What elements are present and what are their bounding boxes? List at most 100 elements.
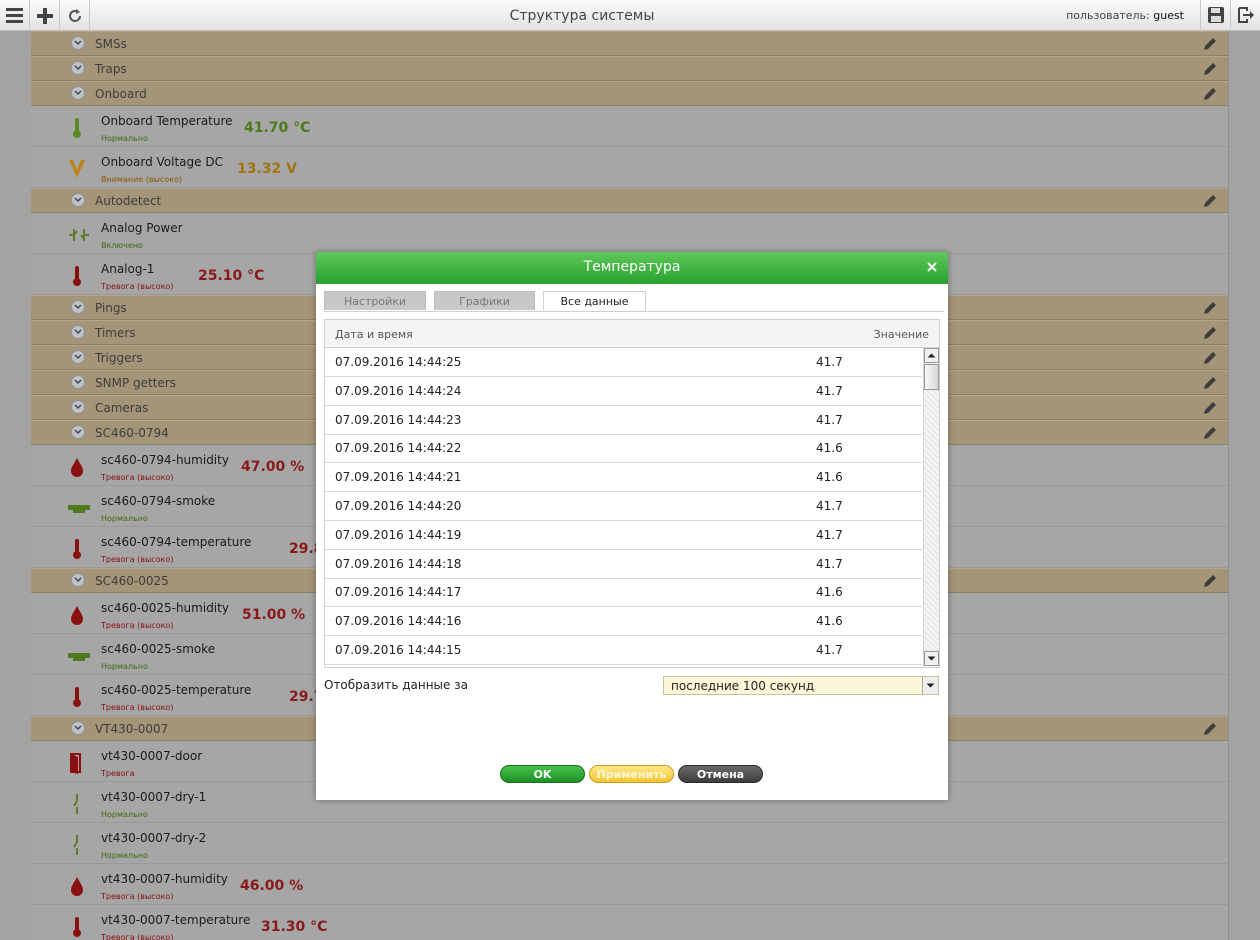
period-select[interactable]: последние 100 секунд (663, 676, 939, 695)
expand-toggle[interactable] (71, 36, 85, 50)
table-row[interactable]: 07.09.2016 14:44:21 41.6 (325, 463, 922, 493)
group-name: SC460-0794 (95, 426, 169, 440)
table-scrollbar[interactable] (923, 348, 939, 666)
edit-pencil-icon[interactable] (1202, 350, 1218, 366)
group-name: Timers (95, 326, 136, 340)
hamburger-icon (6, 8, 23, 23)
scroll-thumb[interactable] (924, 364, 939, 390)
table-row[interactable]: 07.09.2016 14:44:23 41.7 (325, 406, 922, 435)
row-value: 41.7 (816, 643, 843, 657)
menu-button[interactable] (0, 0, 30, 31)
expand-toggle[interactable] (71, 325, 85, 339)
sensor-row[interactable]: vt430-0007-humidity Тревога (высоко) 46.00… (31, 864, 1228, 905)
scroll-down-button[interactable] (924, 651, 939, 666)
sensor-row[interactable]: Onboard Temperature Нормально 41.70 °C (31, 106, 1228, 147)
smoke-detector-icon (67, 645, 90, 667)
sensor-name: vt430-0007-temperature (101, 913, 251, 927)
sensor-value: 51.00 % (242, 607, 306, 623)
humidity-drop-icon (67, 875, 87, 897)
sensor-name: sc460-0794-humidity (101, 453, 229, 467)
row-datetime: 07.09.2016 14:44:22 (335, 441, 462, 456)
expand-toggle[interactable] (71, 300, 85, 314)
sensor-row[interactable]: Onboard Voltage DC Внимание (высоко) 13.32… (31, 147, 1228, 188)
scroll-up-button[interactable] (924, 348, 939, 363)
edit-pencil-icon[interactable] (1202, 193, 1218, 209)
tree-group[interactable]: SMSs (31, 31, 1228, 56)
tab-all-data[interactable]: Все данные (543, 291, 646, 311)
refresh-button[interactable] (60, 0, 90, 31)
edit-pencil-icon[interactable] (1202, 573, 1218, 589)
chevron-down-icon (74, 65, 82, 71)
thermometer-icon (67, 538, 87, 560)
column-value[interactable]: Значение (874, 328, 929, 341)
page-title: Структура системы (509, 8, 655, 24)
row-datetime: 07.09.2016 14:44:20 (335, 499, 462, 513)
edit-pencil-icon[interactable] (1202, 375, 1218, 391)
edit-pencil-icon[interactable] (1202, 721, 1218, 737)
logout-button[interactable] (1230, 0, 1260, 31)
cancel-button[interactable]: Отмена (678, 765, 763, 783)
data-table: Дата и время Значение 07.09.2016 14:44:2… (324, 319, 940, 668)
expand-toggle[interactable] (71, 350, 85, 364)
table-row[interactable]: 07.09.2016 14:44:24 41.7 (325, 377, 922, 406)
expand-toggle[interactable] (71, 425, 85, 439)
table-row[interactable]: 07.09.2016 14:44:25 41.7 (325, 348, 922, 377)
tab-charts[interactable]: Графики (434, 291, 535, 310)
expand-toggle[interactable] (71, 86, 85, 100)
chevron-down-icon (74, 379, 82, 385)
expand-toggle[interactable] (71, 61, 85, 75)
sensor-status: Тревога (высоко) (101, 892, 174, 901)
chevron-down-icon (74, 725, 82, 731)
edit-pencil-icon[interactable] (1202, 86, 1218, 102)
close-icon[interactable] (924, 259, 940, 275)
ok-button[interactable]: OK (500, 765, 585, 783)
chevron-down-icon (74, 40, 82, 46)
sensor-status: Тревога (высоко) (101, 473, 174, 482)
tree-group[interactable]: Onboard (31, 81, 1228, 106)
row-datetime: 07.09.2016 14:44:24 (335, 383, 462, 398)
sensor-value: 13.32 V (237, 161, 297, 177)
edit-pencil-icon[interactable] (1202, 36, 1218, 52)
sensor-value: 46.00 % (240, 878, 304, 894)
sensor-row[interactable]: vt430-0007-temperature Тревога (высоко) 31… (31, 905, 1228, 940)
sensor-value: 31.30 °C (261, 919, 328, 935)
apply-button[interactable]: Применить (589, 765, 674, 783)
row-datetime: 07.09.2016 14:44:18 (335, 556, 462, 571)
add-button[interactable] (30, 0, 60, 31)
table-row[interactable]: 07.09.2016 14:44:19 41.7 (325, 521, 922, 550)
table-row[interactable]: 07.09.2016 14:44:15 41.7 (325, 636, 922, 665)
expand-toggle[interactable] (71, 400, 85, 414)
dry-contact-icon (67, 834, 87, 856)
table-row[interactable]: 07.09.2016 14:44:18 41.7 (325, 550, 922, 579)
edit-pencil-icon[interactable] (1202, 425, 1218, 441)
period-value: последние 100 секунд (671, 679, 815, 693)
user-name: guest (1153, 9, 1184, 22)
sensor-name: Onboard Voltage DC (101, 155, 223, 169)
expand-toggle[interactable] (71, 573, 85, 587)
sensor-row[interactable]: vt430-0007-dry-2 Нормально (31, 823, 1228, 864)
table-row[interactable]: 07.09.2016 14:44:17 41.6 (325, 578, 922, 608)
column-datetime[interactable]: Дата и время (335, 328, 413, 341)
edit-pencil-icon[interactable] (1202, 300, 1218, 316)
sensor-name: sc460-0794-temperature (101, 535, 252, 549)
edit-pencil-icon[interactable] (1202, 325, 1218, 341)
tree-group[interactable]: Autodetect (31, 188, 1228, 213)
table-row[interactable]: 07.09.2016 14:44:20 41.7 (325, 492, 922, 521)
period-dropdown-button[interactable] (922, 677, 938, 694)
expand-toggle[interactable] (71, 721, 85, 735)
row-value: 41.6 (816, 585, 843, 600)
table-row[interactable]: 07.09.2016 14:44:22 41.6 (325, 434, 922, 464)
expand-toggle[interactable] (71, 375, 85, 389)
expand-toggle[interactable] (71, 193, 85, 207)
row-value: 41.7 (816, 556, 843, 571)
table-row[interactable]: 07.09.2016 14:44:16 41.6 (325, 607, 922, 637)
row-value: 41.7 (816, 499, 843, 513)
sensor-name: sc460-0794-smoke (101, 494, 216, 508)
tree-group[interactable]: Traps (31, 56, 1228, 81)
save-button[interactable] (1200, 0, 1230, 31)
sensor-row[interactable]: Analog Power Включено (31, 213, 1228, 254)
tab-settings[interactable]: Настройки (324, 291, 426, 310)
edit-pencil-icon[interactable] (1202, 61, 1218, 77)
row-datetime: 07.09.2016 14:44:15 (335, 643, 462, 657)
edit-pencil-icon[interactable] (1202, 400, 1218, 416)
